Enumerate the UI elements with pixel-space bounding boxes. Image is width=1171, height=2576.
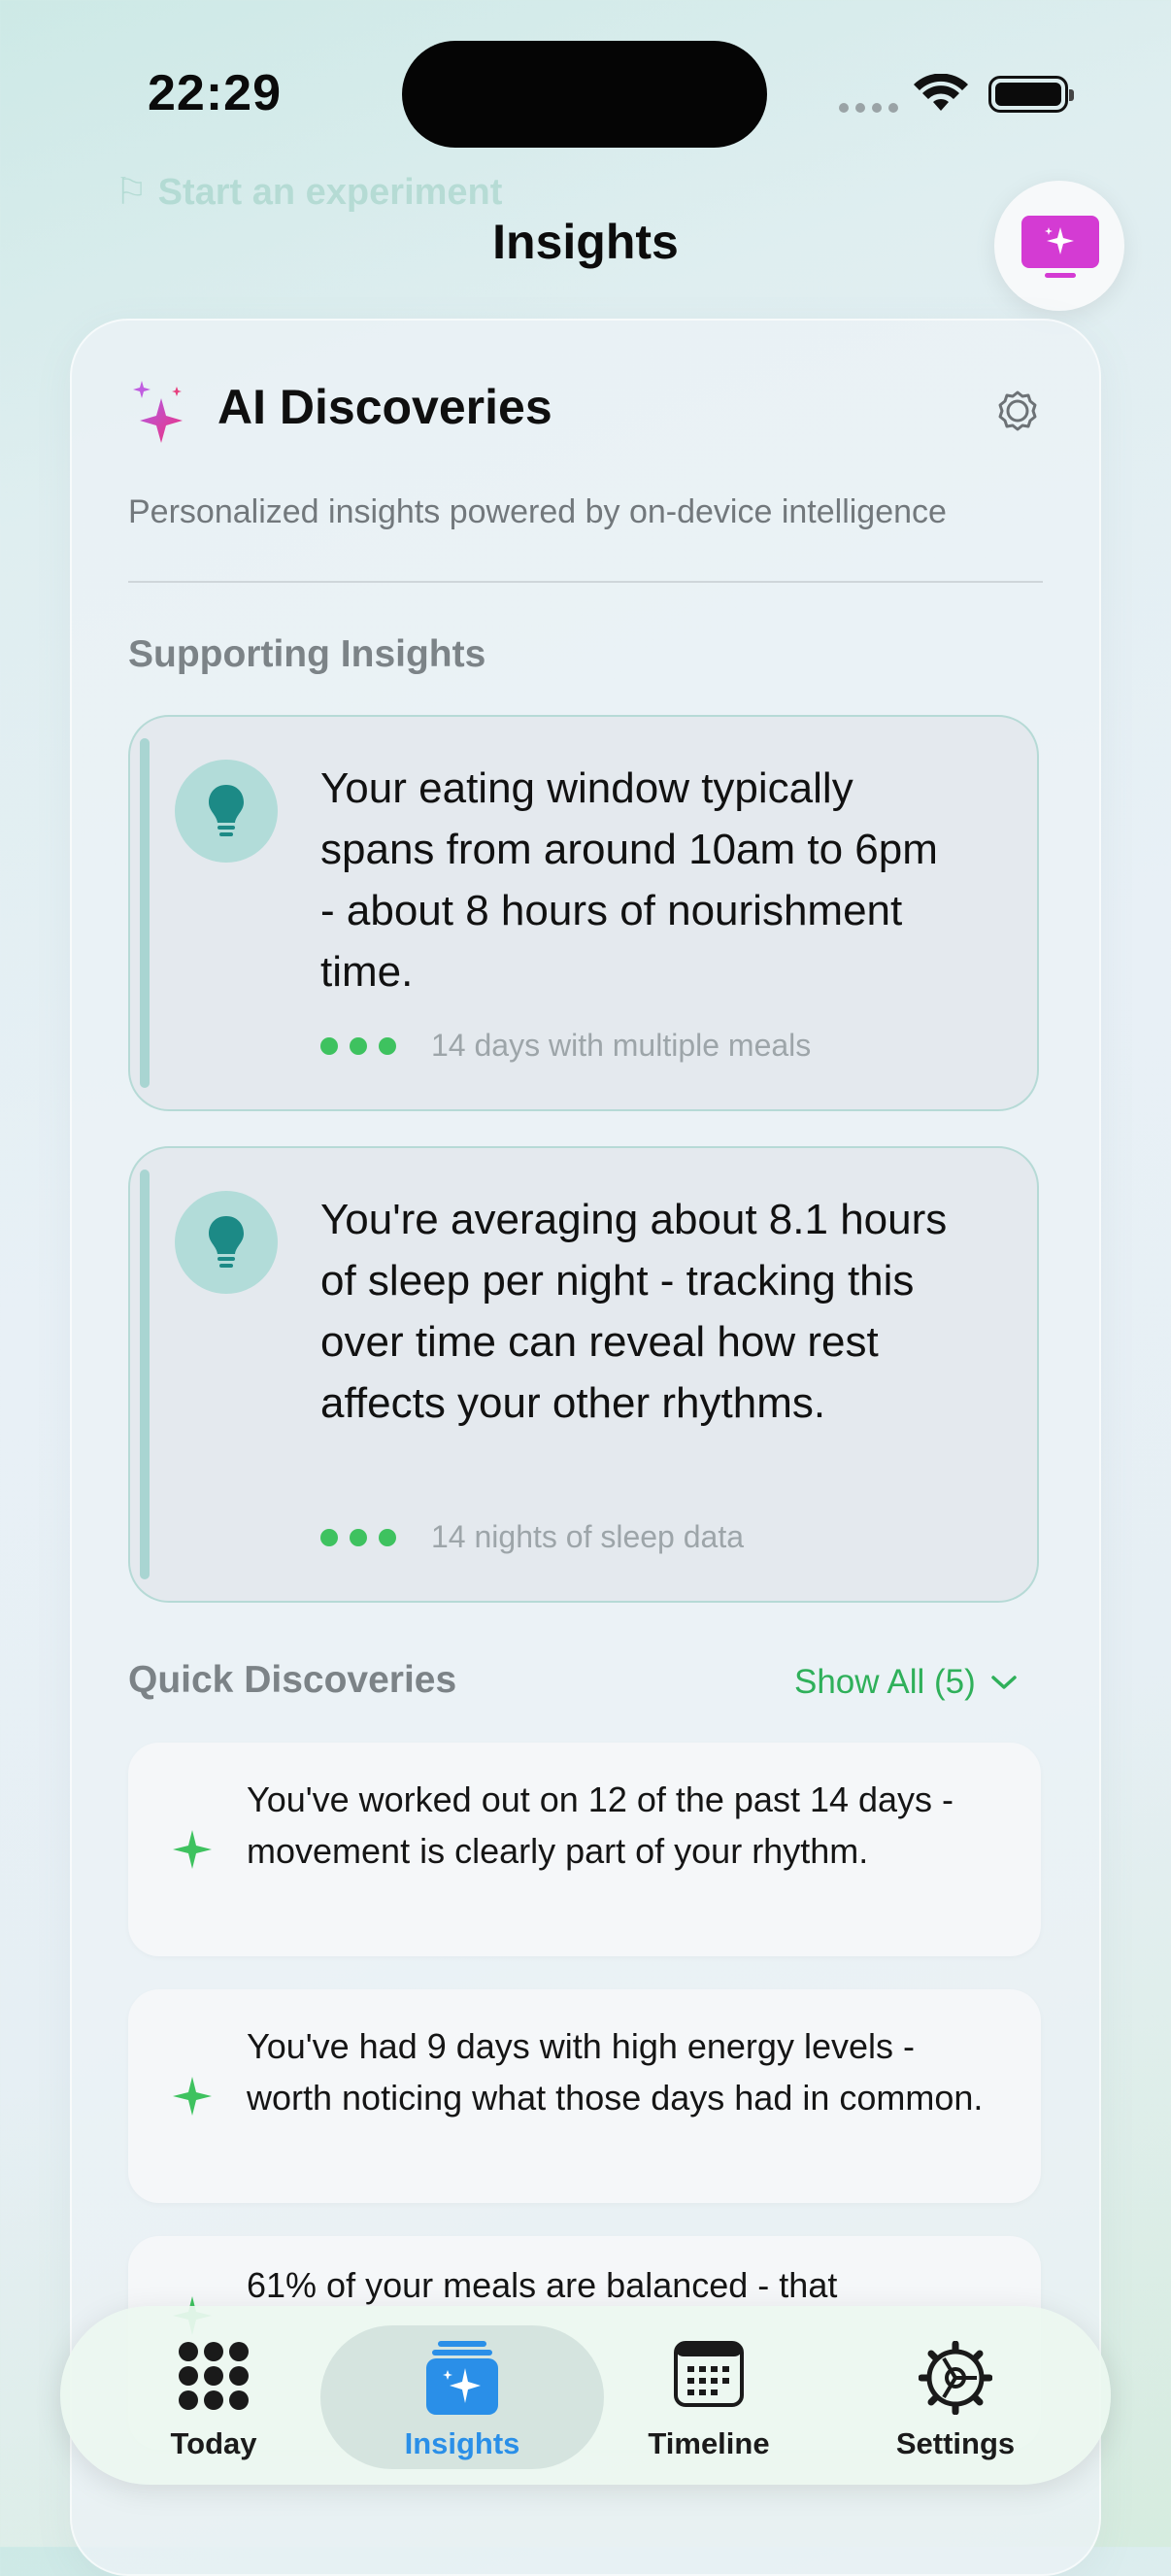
lightbulb-icon [175,760,278,863]
ai-card-subtitle: Personalized insights powered by on-devi… [128,493,947,530]
wifi-icon [914,74,968,111]
tab-bar: Today Insights Timeline Settings [60,2306,1111,2485]
quick-discoveries-label: Quick Discoveries [128,1659,457,1701]
insight-meta: 14 days with multiple meals [320,1028,811,1064]
insight-card[interactable]: You're averaging about 8.1 hours of slee… [128,1146,1039,1603]
ai-screen-stand [1045,273,1076,278]
tab-timeline[interactable]: Timeline [612,2306,806,2485]
quick-discovery-text: 61% of your meals are balanced - that [247,2265,838,2305]
show-all-button[interactable]: Show All (5) [794,1663,1017,1702]
tab-insights[interactable]: Insights [365,2306,559,2485]
quick-discovery-card[interactable]: You've worked out on 12 of the past 14 d… [128,1743,1041,1956]
quick-discovery-card[interactable]: You've had 9 days with high energy level… [128,1989,1041,2203]
status-bar: 22:29 [0,0,1171,194]
sparkle-stack-icon [426,2341,498,2415]
tab-label: Settings [895,2426,1016,2460]
insight-text: Your eating window typically spans from … [320,764,938,996]
divider [128,581,1043,583]
supporting-insights-label: Supporting Insights [128,633,486,675]
insight-accent-bar [140,738,150,1088]
confidence-dots [320,1036,396,1055]
sparkle-icon [173,2077,212,2116]
insight-text: You're averaging about 8.1 hours of slee… [320,1196,948,1427]
ai-card-title: AI Discoveries [217,380,552,434]
tab-label: Timeline [648,2426,770,2460]
ai-assistant-button[interactable] [994,181,1124,311]
quick-discovery-text: You've worked out on 12 of the past 14 d… [247,1779,954,1871]
lightbulb-icon [175,1191,278,1294]
insight-card[interactable]: Your eating window typically spans from … [128,715,1039,1111]
status-time: 22:29 [148,65,282,121]
gear-icon[interactable] [996,390,1039,433]
ai-card-header: AI Discoveries [128,379,552,435]
show-all-label: Show All (5) [794,1663,976,1701]
battery-icon [988,76,1074,113]
insight-accent-bar [140,1169,150,1579]
gear-icon [919,2341,992,2415]
calendar-icon [674,2341,744,2407]
ai-screen-sparkle-icon [1021,216,1099,268]
sparkle-icon [173,1830,212,1869]
insight-meta-text: 14 nights of sleep data [431,1519,745,1554]
chevron-down-icon [991,1676,1017,1689]
dynamic-island [402,41,767,148]
quick-discovery-text: You've had 9 days with high energy level… [247,2026,984,2118]
tab-label: Insights [404,2426,520,2460]
grid-dots-icon [179,2342,249,2410]
confidence-dots [320,1528,396,1546]
insight-meta-text: 14 days with multiple meals [431,1028,812,1063]
tab-settings[interactable]: Settings [858,2306,1053,2485]
insight-meta: 14 nights of sleep data [320,1519,744,1555]
tab-label: Today [170,2426,257,2460]
cellular-signal-icon [839,103,898,113]
tab-today[interactable]: Today [117,2306,311,2485]
